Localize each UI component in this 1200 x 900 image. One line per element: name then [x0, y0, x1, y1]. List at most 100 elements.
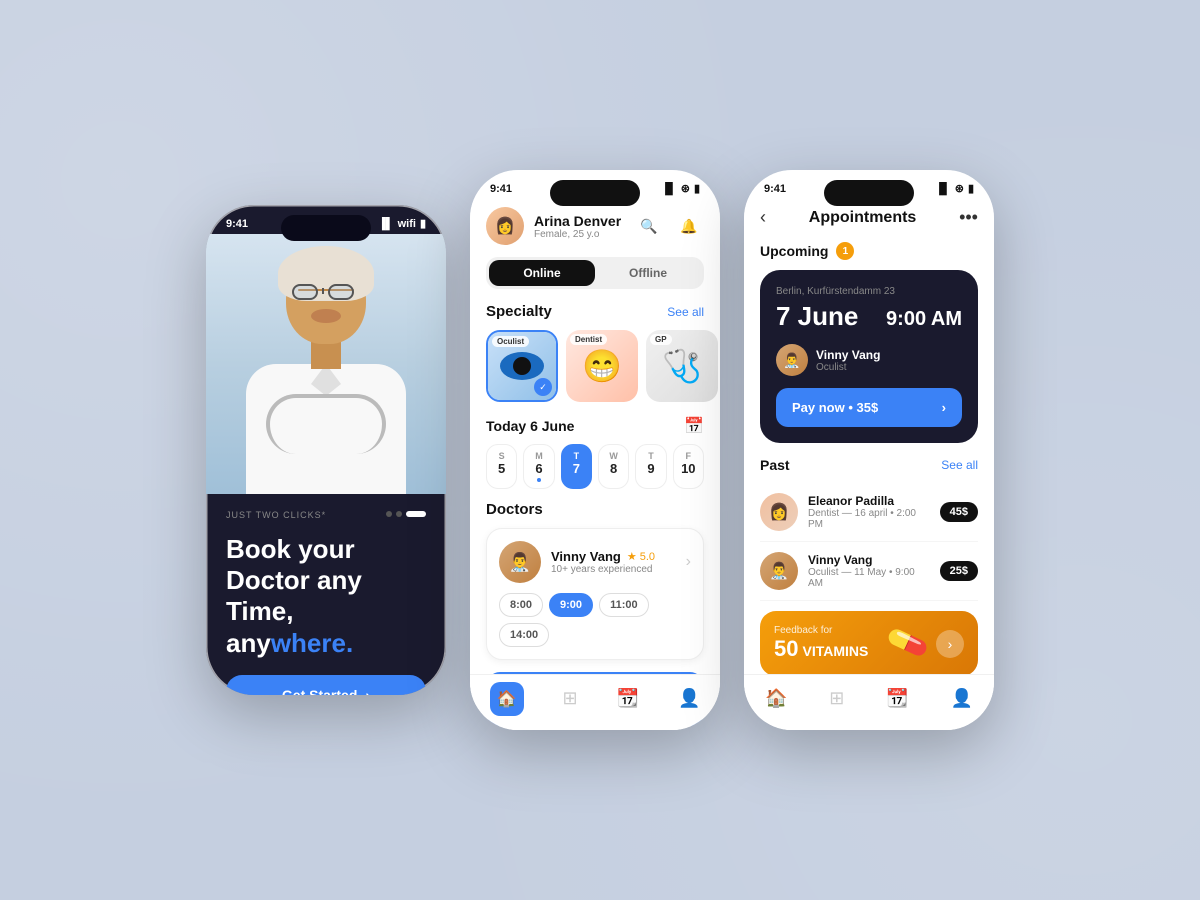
- calendar-icon[interactable]: 📅: [684, 416, 704, 436]
- hero-image: [206, 234, 446, 494]
- status-time-3: 9:41: [764, 183, 786, 195]
- time-1100[interactable]: 11:00: [599, 593, 649, 617]
- appointment-doctor-info: Vinny Vang Oculist: [816, 348, 880, 373]
- page-title: Appointments: [809, 209, 917, 227]
- appointment-datetime: 7 June 9:00 AM: [776, 301, 962, 332]
- user-name: Arina Denver: [534, 213, 621, 229]
- doctors-header: Doctors: [486, 501, 704, 518]
- specialty-see-all[interactable]: See all: [667, 305, 704, 319]
- past-item-2[interactable]: 👨‍⚕️ Vinny Vang Oculist — 11 May • 9:00 …: [760, 542, 978, 601]
- notch-3: [824, 180, 914, 206]
- status-icons-1: ▐▌ wifi ▮: [378, 217, 426, 230]
- appointment-date: 7 June: [776, 301, 858, 332]
- onboarding-content: JUST TWO CLICKS* Book your Doctor any Ti…: [206, 494, 446, 695]
- time-1400[interactable]: 14:00: [499, 623, 549, 647]
- past-avatar-1: 👩: [760, 493, 798, 531]
- doctor-arrow[interactable]: ›: [686, 553, 691, 571]
- date-wed[interactable]: W8: [598, 444, 629, 489]
- wifi-3: ⊛: [955, 182, 964, 195]
- user-info: 👩 Arina Denver Female, 25 y.o: [486, 207, 621, 245]
- signal-2: ▐▌: [661, 183, 677, 195]
- nav-calendar-3[interactable]: 📆: [886, 688, 908, 709]
- nav-profile-3[interactable]: 👤: [951, 688, 973, 709]
- date-thu[interactable]: T9: [635, 444, 666, 489]
- past-item-1[interactable]: 👩 Eleanor Padilla Dentist — 16 april • 2…: [760, 483, 978, 542]
- past-see-all[interactable]: See all: [941, 458, 978, 472]
- appointment-location: Berlin, Kurfürstendamm 23: [776, 286, 962, 297]
- phone-onboarding: 9:41 ▐▌ wifi ▮: [206, 205, 446, 695]
- date-row: S5 M6 T7 W8 T9 F1: [486, 444, 704, 489]
- past-info-1: Eleanor Padilla Dentist — 16 april • 2:0…: [808, 494, 930, 530]
- doctor-card-top: 👨‍⚕️ Vinny Vang ★ 5.0 10+ years experien…: [499, 541, 691, 583]
- nav-calendar[interactable]: 📆: [617, 688, 639, 709]
- specialty-gp[interactable]: 🩺 GP: [646, 330, 718, 402]
- past-details-2: Oculist — 11 May • 9:00 AM: [808, 567, 930, 589]
- nav-home-3[interactable]: 🏠: [765, 688, 787, 709]
- appointment-doctor: 👨‍⚕️ Vinny Vang Oculist: [776, 344, 962, 376]
- signal-3: ▐▌: [935, 183, 951, 195]
- time-slots: 8:00 9:00 11:00 14:00: [499, 593, 691, 647]
- date-tue[interactable]: T7: [561, 444, 592, 489]
- doctor-info: Vinny Vang ★ 5.0 10+ years experienced: [551, 549, 676, 575]
- phone-home: 9:41 ▐▌ ⊛ ▮ 👩 Arina Denver Female, 25 y.…: [470, 170, 720, 730]
- status-icons-2: ▐▌ ⊛ ▮: [661, 182, 700, 195]
- online-offline-toggle[interactable]: Online Offline: [486, 257, 704, 289]
- user-avatar: 👩: [486, 207, 524, 245]
- notification-button[interactable]: 🔔: [674, 211, 704, 241]
- status-time-2: 9:41: [490, 183, 512, 195]
- nav-grid[interactable]: ⊞: [563, 688, 578, 709]
- user-sub: Female, 25 y.o: [534, 229, 621, 240]
- back-button[interactable]: ‹: [760, 207, 766, 228]
- doctor-exp: 10+ years experienced: [551, 564, 676, 575]
- past-avatar-2: 👨‍⚕️: [760, 552, 798, 590]
- time-800[interactable]: 8:00: [499, 593, 543, 617]
- gp-label: GP: [650, 334, 672, 345]
- feedback-banner[interactable]: Feedback for 50 VITAMINS 💊 ›: [760, 611, 978, 676]
- notch-2: [550, 180, 640, 206]
- offline-option[interactable]: Offline: [595, 260, 701, 286]
- date-fri[interactable]: F10: [673, 444, 704, 489]
- online-option[interactable]: Online: [489, 260, 595, 286]
- home-content: 👩 Arina Denver Female, 25 y.o 🔍 🔔 Online…: [470, 199, 720, 726]
- date-sat[interactable]: S5: [486, 444, 517, 489]
- upcoming-badge: 1: [836, 242, 854, 260]
- specialty-header: Specialty See all: [486, 303, 704, 320]
- specialty-grid: Oculist ✓ 😁 Dentist 🩺 GP: [486, 330, 704, 402]
- date-today: Today 6 June: [486, 418, 574, 434]
- doctor-card[interactable]: 👨‍⚕️ Vinny Vang ★ 5.0 10+ years experien…: [486, 528, 704, 660]
- time-900[interactable]: 9:00: [549, 593, 593, 617]
- specialty-oculist[interactable]: Oculist ✓: [486, 330, 558, 402]
- phone-appointments: 9:41 ▐▌ ⊛ ▮ ‹ Appointments ••• Upcoming …: [744, 170, 994, 730]
- more-button[interactable]: •••: [959, 207, 978, 228]
- date-mon[interactable]: M6: [523, 444, 554, 489]
- nav-home[interactable]: 🏠: [490, 682, 524, 716]
- doctor-name: Vinny Vang: [551, 549, 621, 564]
- upcoming-header: Upcoming 1: [760, 242, 978, 260]
- wifi-icon: wifi: [398, 218, 416, 230]
- past-label: Past: [760, 457, 790, 473]
- feedback-arrow[interactable]: ›: [936, 630, 964, 658]
- past-details-1: Dentist — 16 april • 2:00 PM: [808, 508, 930, 530]
- main-title: Book your Doctor any Time, anywhere.: [226, 534, 426, 659]
- past-price-2: 25$: [940, 561, 978, 581]
- status-icons-3: ▐▌ ⊛ ▮: [935, 182, 974, 195]
- appointments-content: ‹ Appointments ••• Upcoming 1 Berlin, Ku…: [744, 207, 994, 676]
- past-price-1: 45$: [940, 502, 978, 522]
- oculist-check: ✓: [534, 378, 552, 396]
- past-header: Past See all: [760, 457, 978, 473]
- feedback-unit: VITAMINS: [802, 643, 868, 659]
- search-button[interactable]: 🔍: [634, 211, 664, 241]
- header-icons[interactable]: 🔍 🔔: [634, 211, 704, 241]
- page-header: ‹ Appointments •••: [760, 207, 978, 228]
- doctors-section: Doctors 👨‍⚕️ Vinny Vang ★ 5.0 10+ years …: [486, 501, 704, 660]
- get-started-button[interactable]: Get Started ›: [226, 675, 426, 695]
- wifi-2: ⊛: [681, 182, 690, 195]
- specialty-dentist[interactable]: 😁 Dentist: [566, 330, 638, 402]
- nav-grid-3[interactable]: ⊞: [829, 688, 844, 709]
- pay-button[interactable]: Pay now • 35$ ›: [776, 388, 962, 427]
- battery-icon: ▮: [420, 217, 426, 230]
- user-header: 👩 Arina Denver Female, 25 y.o 🔍 🔔: [486, 207, 704, 245]
- nav-profile[interactable]: 👤: [678, 688, 700, 709]
- tagline-small: JUST TWO CLICKS*: [226, 510, 326, 520]
- feedback-number: 50: [774, 636, 798, 662]
